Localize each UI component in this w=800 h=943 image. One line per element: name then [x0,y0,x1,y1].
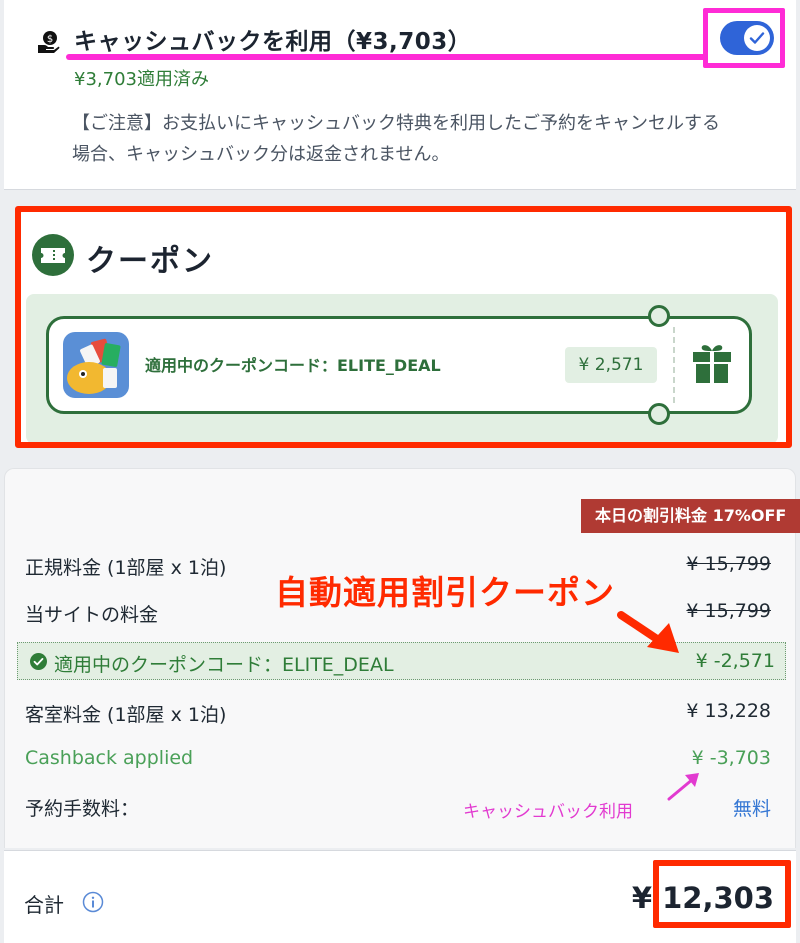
cashback-applied-text: ¥3,703適用済み [74,69,209,90]
regular-price-label: 正規料金 (1部屋 x 1泊) [25,557,227,579]
coupon-applied-label: 適用中のクーポンコード：ELITE_DEAL [54,654,394,676]
annotation-cashback-use: キャッシュバック利用 [463,802,633,822]
discount-badge: 本日の割引料金 17%OFF [581,499,800,533]
cashback-title: キャッシュバックを利用（¥3,703） [74,29,472,55]
svg-text:$: $ [47,34,53,45]
check-circle-icon [30,653,47,670]
annotation-arrow-pink [667,773,699,801]
site-price-label: 当サイトの料金 [25,604,159,626]
highlight-box-coupon [15,206,792,448]
info-icon[interactable] [82,891,104,913]
cashback-row-label: Cashback applied [25,747,194,769]
site-price-value: ¥ 15,799 [686,600,771,622]
annotation-arrow-red [617,611,679,653]
highlight-box-total [653,860,791,928]
cashback-row-value: ¥ -3,703 [691,747,771,769]
highlight-box-toggle [703,8,785,68]
highlight-underline [66,54,706,60]
total-label: 合計 [24,893,64,917]
coupon-applied-value: ¥ -2,571 [695,650,775,672]
cashback-notice: 【ご注意】お支払いにキャッシュバック特典を利用したご予約をキャンセルする場合、キ… [72,113,720,165]
booking-fee-value: 無料 [732,798,771,820]
price-breakdown: 本日の割引料金 17%OFF 正規料金 (1部屋 x 1泊) ¥ 15,799 … [4,468,800,848]
room-price-value: ¥ 13,228 [686,700,771,722]
annotation-auto-coupon: 自動適用割引クーポン [275,573,615,612]
money-hand-icon: $ [38,31,60,53]
regular-price-value: ¥ 15,799 [686,553,771,575]
booking-fee-label: 予約手数料： [25,798,140,820]
room-price-label: 客室料金 (1部屋 x 1泊) [25,704,227,726]
cashback-card: $ キャッシュバックを利用（¥3,703） ¥3,703適用済み 【ご注意】お支… [4,0,796,190]
